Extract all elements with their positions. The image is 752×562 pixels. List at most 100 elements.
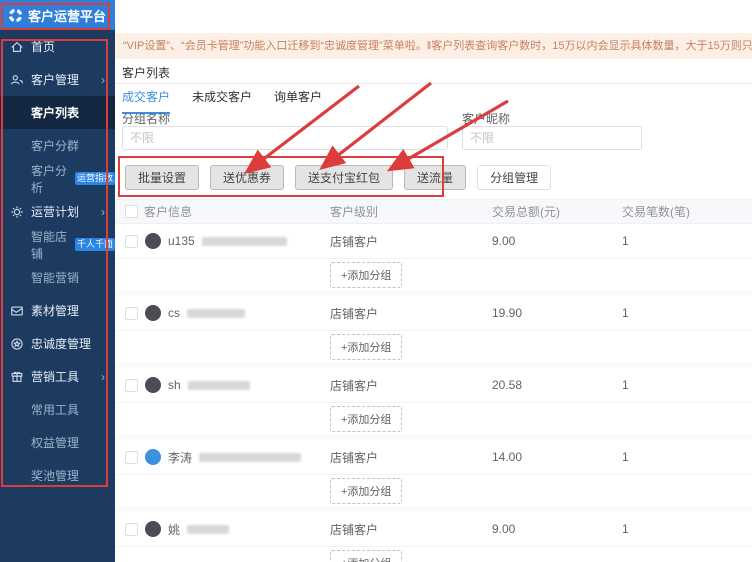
tools-icon bbox=[10, 370, 24, 384]
add-group-button[interactable]: +添加分组 bbox=[330, 478, 402, 504]
send-traffic-button[interactable]: 送流量 bbox=[404, 165, 466, 190]
group-name-input[interactable] bbox=[122, 126, 448, 150]
loyalty-icon bbox=[10, 337, 24, 351]
customer-nickname-input[interactable] bbox=[462, 126, 642, 150]
order-count: 1 bbox=[622, 234, 752, 248]
sidebar-item-label: 素材管理 bbox=[31, 302, 79, 319]
order-count: 1 bbox=[622, 450, 752, 464]
customer-type: 店铺客户 bbox=[330, 449, 492, 466]
sidebar-item-marketing-tools[interactable]: 营销工具 › bbox=[0, 360, 115, 393]
total-amount: 19.90 bbox=[492, 306, 622, 320]
customer-name: sh bbox=[168, 378, 181, 392]
table-row: 姚 店铺客户 9.00 1 +添加分组 bbox=[115, 512, 752, 562]
sidebar-item-smart-marketing[interactable]: 智能营销 bbox=[0, 261, 115, 294]
table-row: u135 店铺客户 9.00 1 +添加分组 bbox=[115, 224, 752, 296]
row-checkbox[interactable] bbox=[125, 523, 138, 536]
sidebar-item-label: 首页 bbox=[31, 38, 55, 55]
tab-no-deal-customers[interactable]: 未成交客户 bbox=[192, 88, 252, 114]
redacted-name bbox=[202, 237, 287, 246]
sidebar-item-prize-pool-mgmt[interactable]: 奖池管理 bbox=[0, 459, 115, 492]
sidebar-item-customer-mgmt[interactable]: 客户管理 › bbox=[0, 63, 115, 96]
tab-inquiry-customers[interactable]: 询单客户 bbox=[274, 88, 322, 114]
customer-operations-platform: 客户运营平台 首页 客户管理 › 客户列表 客户分群 客户分析 运营指数 运营计… bbox=[0, 0, 752, 562]
sidebar-item-customer-list[interactable]: 客户列表 bbox=[0, 96, 115, 129]
sidebar-item-label: 忠诚度管理 bbox=[31, 335, 91, 352]
customer-name: cs bbox=[168, 306, 180, 320]
add-group-button[interactable]: +添加分组 bbox=[330, 334, 402, 360]
sidebar-item-home[interactable]: 首页 bbox=[0, 30, 115, 63]
sidebar-item-smart-shop[interactable]: 智能店铺 千人千面 bbox=[0, 228, 115, 261]
col-total-amount: 交易总额(元) bbox=[492, 203, 622, 220]
sidebar-item-loyalty-mgmt[interactable]: 忠诚度管理 bbox=[0, 327, 115, 360]
users-icon bbox=[10, 73, 24, 87]
redacted-name bbox=[187, 525, 229, 534]
row-checkbox[interactable] bbox=[125, 235, 138, 248]
avatar bbox=[145, 521, 161, 537]
row-checkbox[interactable] bbox=[125, 307, 138, 320]
chevron-right-icon: › bbox=[101, 205, 105, 219]
col-customer-level: 客户级别 bbox=[330, 203, 492, 220]
avatar bbox=[145, 449, 161, 465]
sidebar-item-label: 客户管理 bbox=[31, 71, 79, 88]
total-amount: 14.00 bbox=[492, 450, 622, 464]
customer-nickname-label: 客户昵称 bbox=[462, 110, 510, 127]
sidebar-item-label: 运营计划 bbox=[31, 203, 79, 220]
batch-settings-button[interactable]: 批量设置 bbox=[125, 165, 199, 190]
order-count: 1 bbox=[622, 522, 752, 536]
sidebar-item-ops-plan[interactable]: 运营计划 › bbox=[0, 195, 115, 228]
table-row: 李涛 店铺客户 14.00 1 +添加分组 bbox=[115, 440, 752, 512]
row-checkbox[interactable] bbox=[125, 379, 138, 392]
ops-index-badge: 运营指数 bbox=[75, 172, 115, 185]
sidebar-item-material-mgmt[interactable]: 素材管理 bbox=[0, 294, 115, 327]
customer-name: 李涛 bbox=[168, 449, 192, 466]
sidebar-item-rights-mgmt[interactable]: 权益管理 bbox=[0, 426, 115, 459]
sidebar-item-label: 常用工具 bbox=[31, 401, 79, 418]
sidebar-item-label: 营销工具 bbox=[31, 368, 79, 385]
send-coupon-button[interactable]: 送优惠券 bbox=[210, 165, 284, 190]
main-content: “VIP设置”、“会员卡管理”功能入口迁移到“忠诚度管理”菜单啦。‖客户列表查询… bbox=[115, 0, 752, 562]
sidebar-item-customer-segments[interactable]: 客户分群 bbox=[0, 129, 115, 162]
sidebar: 首页 客户管理 › 客户列表 客户分群 客户分析 运营指数 运营计划 › 智能店… bbox=[0, 30, 115, 562]
home-icon bbox=[10, 40, 24, 54]
plan-icon bbox=[10, 205, 24, 219]
redacted-name bbox=[187, 309, 245, 318]
add-group-button[interactable]: +添加分组 bbox=[330, 262, 402, 288]
group-name-label: 分组名称 bbox=[122, 110, 170, 127]
sidebar-item-label: 客户列表 bbox=[31, 104, 79, 121]
table-body: u135 店铺客户 9.00 1 +添加分组 cs bbox=[115, 224, 752, 562]
sidebar-item-label: 权益管理 bbox=[31, 434, 79, 451]
table-row: cs 店铺客户 19.90 1 +添加分组 bbox=[115, 296, 752, 368]
sidebar-item-common-tools[interactable]: 常用工具 bbox=[0, 393, 115, 426]
customer-name: u135 bbox=[168, 234, 195, 248]
customer-type: 店铺客户 bbox=[330, 521, 492, 538]
select-all-checkbox[interactable] bbox=[125, 205, 138, 218]
order-count: 1 bbox=[622, 378, 752, 392]
add-group-button[interactable]: +添加分组 bbox=[330, 406, 402, 432]
divider bbox=[115, 83, 752, 84]
table-header: 客户信息 客户级别 交易总额(元) 交易笔数(笔) bbox=[115, 199, 752, 224]
total-amount: 20.58 bbox=[492, 378, 622, 392]
customer-type: 店铺客户 bbox=[330, 377, 492, 394]
send-alipay-redpacket-button[interactable]: 送支付宝红包 bbox=[295, 165, 393, 190]
order-count: 1 bbox=[622, 306, 752, 320]
avatar bbox=[145, 305, 161, 321]
col-order-count: 交易笔数(笔) bbox=[622, 203, 752, 220]
group-management-button[interactable]: 分组管理 bbox=[477, 165, 551, 190]
table-row: sh 店铺客户 20.58 1 +添加分组 bbox=[115, 368, 752, 440]
redacted-name bbox=[188, 381, 250, 390]
customer-type: 店铺客户 bbox=[330, 305, 492, 322]
material-icon bbox=[10, 304, 24, 318]
customer-type: 店铺客户 bbox=[330, 233, 492, 250]
sidebar-item-label: 客户分群 bbox=[31, 137, 79, 154]
total-amount: 9.00 bbox=[492, 234, 622, 248]
col-customer-info: 客户信息 bbox=[144, 203, 192, 220]
sidebar-item-customer-analysis[interactable]: 客户分析 运营指数 bbox=[0, 162, 115, 195]
add-group-button[interactable]: +添加分组 bbox=[330, 550, 402, 562]
row-checkbox[interactable] bbox=[125, 451, 138, 464]
total-amount: 9.00 bbox=[492, 522, 622, 536]
redacted-name bbox=[199, 453, 301, 462]
customer-name: 姚 bbox=[168, 521, 180, 538]
brand-title: 客户运营平台 bbox=[28, 6, 106, 25]
chevron-right-icon: › bbox=[101, 370, 105, 384]
avatar bbox=[145, 377, 161, 393]
